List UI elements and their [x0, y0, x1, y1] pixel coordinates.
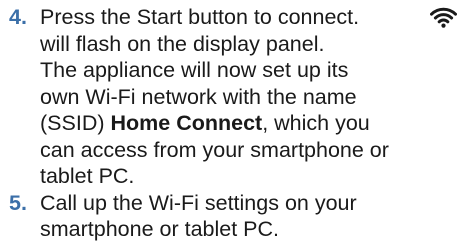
- step-line: tablet PC.: [40, 164, 135, 188]
- step-line-text: Press the Start button to connect.: [40, 5, 360, 29]
- step-line: Call up the Wi-Fi settings on your: [40, 190, 357, 215]
- step-line-text: (SSID): [40, 111, 105, 135]
- ssid-name: Home Connect: [110, 111, 263, 135]
- step-line-text: , which you: [262, 111, 370, 135]
- step-text: Press the Start button to connect. will …: [40, 4, 461, 190]
- instruction-steps: 4. Press the Start button to connect. wi…: [9, 4, 461, 243]
- step-line: The appliance will now set up its: [40, 58, 349, 82]
- step-number: 5.: [9, 190, 27, 215]
- step-4: 4. Press the Start button to connect. wi…: [9, 4, 461, 190]
- step-line: (SSID) Home Connect, which you: [40, 110, 461, 137]
- step-5: 5. Call up the Wi-Fi settings on your sm…: [9, 190, 461, 243]
- step-line: smartphone or tablet PC.: [40, 217, 280, 241]
- step-line: Press the Start button to connect.: [40, 4, 461, 31]
- wifi-icon: [430, 7, 457, 28]
- step-number: 4.: [9, 5, 27, 29]
- step-line: can access from your smartphone or: [40, 137, 389, 162]
- step-text: Call up the Wi-Fi settings on your smart…: [40, 190, 461, 243]
- step-line: own Wi-Fi network with the name: [40, 84, 357, 109]
- step-line: will flash on the display panel.: [40, 31, 325, 56]
